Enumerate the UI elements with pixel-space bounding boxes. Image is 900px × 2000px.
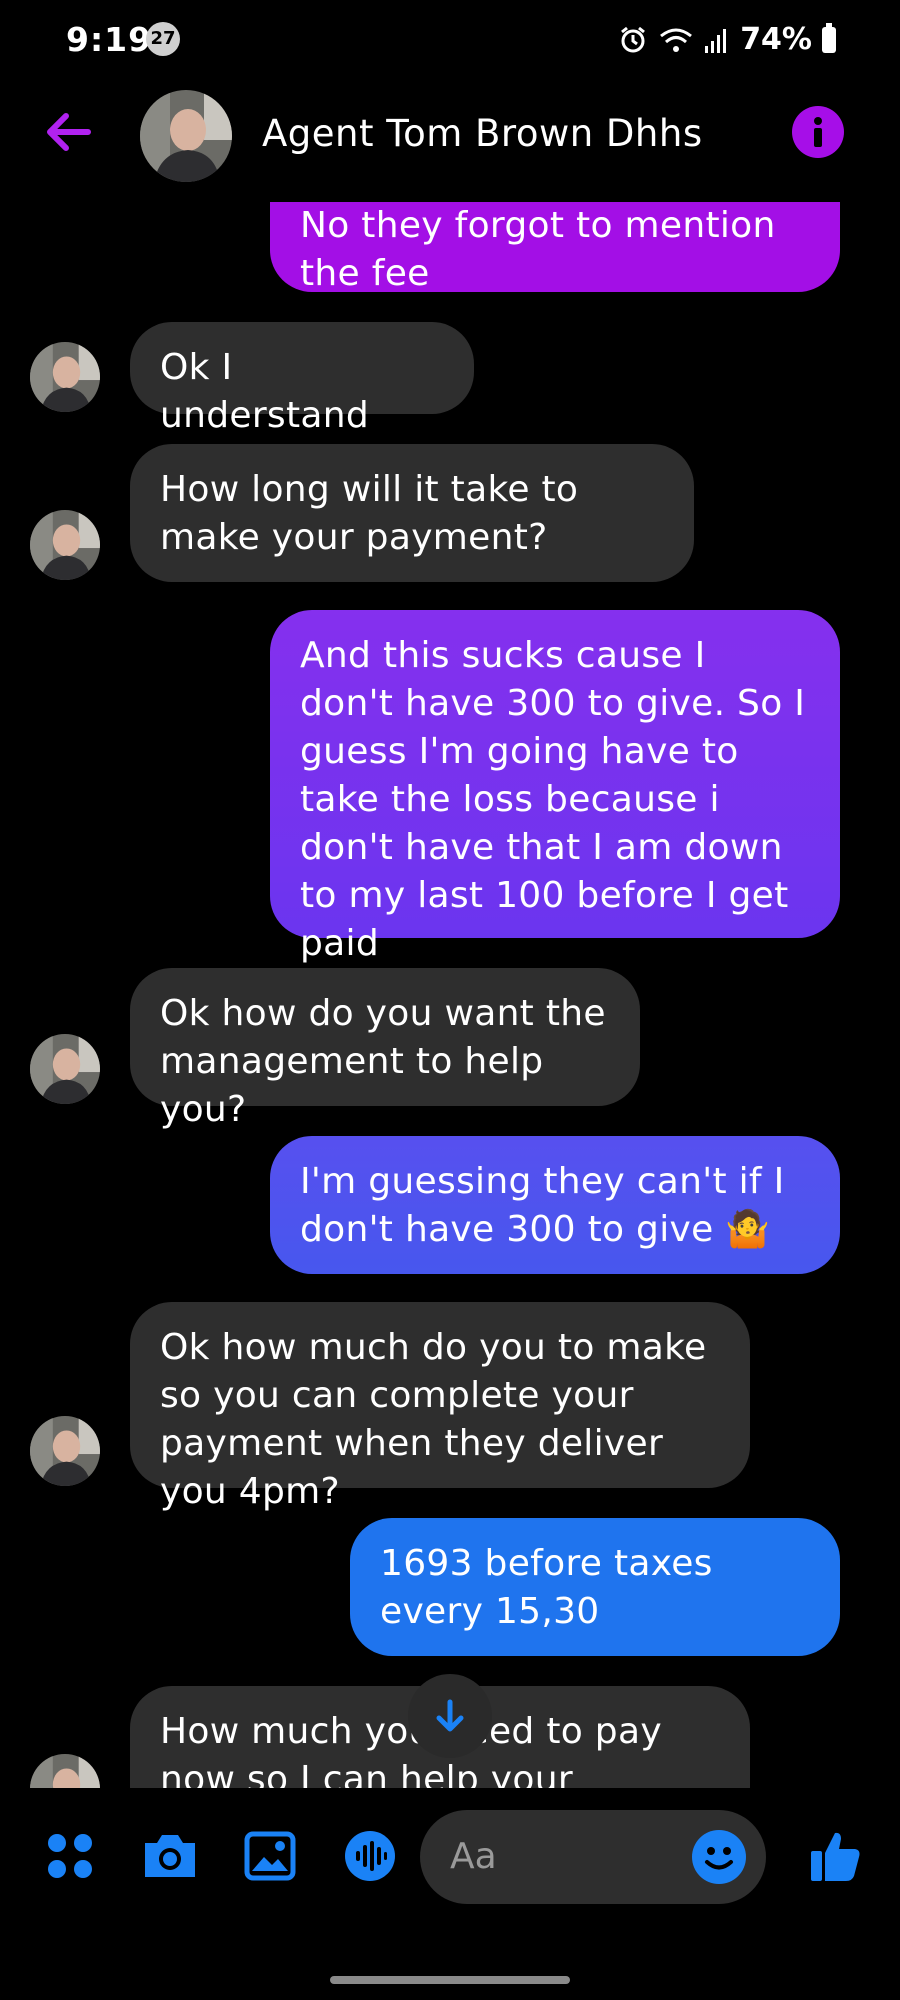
battery-icon: [822, 22, 836, 53]
arrow-left-icon: [47, 113, 91, 151]
message-bubble-incoming[interactable]: Ok I understand: [130, 322, 474, 436]
grid-dots-icon: [48, 1834, 92, 1878]
microphone-waveform-icon: [345, 1831, 395, 1881]
person-photo-icon: [30, 510, 100, 580]
sender-avatar[interactable]: [30, 510, 100, 580]
message-text: No they forgot to mention the fee: [300, 205, 776, 294]
message-bubble-outgoing[interactable]: And this sucks cause I don't have 300 to…: [270, 610, 840, 964]
person-photo-icon: [30, 1034, 100, 1104]
message-text: Ok I understand: [160, 347, 370, 436]
sender-avatar[interactable]: [30, 1416, 100, 1486]
contact-name[interactable]: Agent Tom Brown Dhhs: [262, 112, 703, 155]
message-bubble-incoming[interactable]: Ok how much do you to make so you can co…: [130, 1302, 750, 1512]
wifi-icon: [660, 28, 693, 52]
camera-button[interactable]: [140, 1826, 200, 1886]
message-text: 1693 before taxes every 15,30: [380, 1543, 713, 1632]
alarm-icon: [621, 26, 646, 52]
status-icons: 74%: [618, 22, 836, 57]
info-icon: [814, 117, 822, 147]
camera-icon: [145, 1835, 195, 1877]
voice-message-button[interactable]: [340, 1826, 400, 1886]
back-button[interactable]: [40, 104, 96, 160]
message-composer: Aa: [0, 1788, 900, 1928]
smiley-icon: [705, 1847, 733, 1870]
thumbs-up-icon: [811, 1832, 860, 1881]
notification-count-badge: 27: [146, 22, 180, 56]
gallery-button[interactable]: [240, 1826, 300, 1886]
person-photo-icon: [30, 1754, 100, 1788]
message-input-placeholder: Aa: [450, 1836, 497, 1877]
message-list[interactable]: No they forgot to mention the fee Ok I u…: [0, 202, 900, 1788]
message-bubble-outgoing[interactable]: No they forgot to mention the fee: [270, 202, 840, 294]
person-photo-icon: [30, 342, 100, 412]
sender-avatar[interactable]: [30, 1034, 100, 1104]
sender-avatar[interactable]: [30, 342, 100, 412]
apps-button[interactable]: [40, 1826, 100, 1886]
message-input[interactable]: Aa: [420, 1810, 766, 1904]
message-text: I'm guessing they can't if I don't have …: [300, 1161, 785, 1250]
message-text: And this sucks cause I don't have 300 to…: [300, 635, 806, 964]
person-photo-icon: [140, 90, 232, 182]
sender-avatar[interactable]: [30, 1754, 100, 1788]
message-bubble-incoming[interactable]: How long will it take to make your payme…: [130, 444, 694, 582]
message-text: How long will it take to make your payme…: [160, 469, 579, 558]
info-button[interactable]: [792, 106, 844, 158]
battery-percent: 74%: [740, 22, 812, 57]
message-text: Ok how much do you to make so you can co…: [160, 1327, 707, 1512]
status-bar: 9:19 27 74%: [0, 0, 900, 82]
status-time: 9:19: [66, 20, 153, 59]
scroll-to-bottom-button[interactable]: [408, 1674, 492, 1758]
message-text: Ok how do you want the management to hel…: [160, 993, 606, 1130]
like-button[interactable]: [806, 1826, 866, 1886]
conversation-header: Agent Tom Brown Dhhs: [0, 82, 900, 202]
home-indicator[interactable]: [330, 1976, 570, 1984]
message-bubble-outgoing[interactable]: I'm guessing they can't if I don't have …: [270, 1136, 840, 1274]
person-photo-icon: [30, 1416, 100, 1486]
message-bubble-incoming[interactable]: Ok how do you want the management to hel…: [130, 968, 640, 1130]
message-bubble-outgoing[interactable]: 1693 before taxes every 15,30: [350, 1518, 840, 1656]
signal-icon: [705, 28, 727, 53]
contact-avatar[interactable]: [140, 90, 232, 182]
image-icon: [244, 1831, 296, 1881]
arrow-down-icon: [436, 1699, 464, 1732]
emoji-button[interactable]: [692, 1830, 746, 1884]
